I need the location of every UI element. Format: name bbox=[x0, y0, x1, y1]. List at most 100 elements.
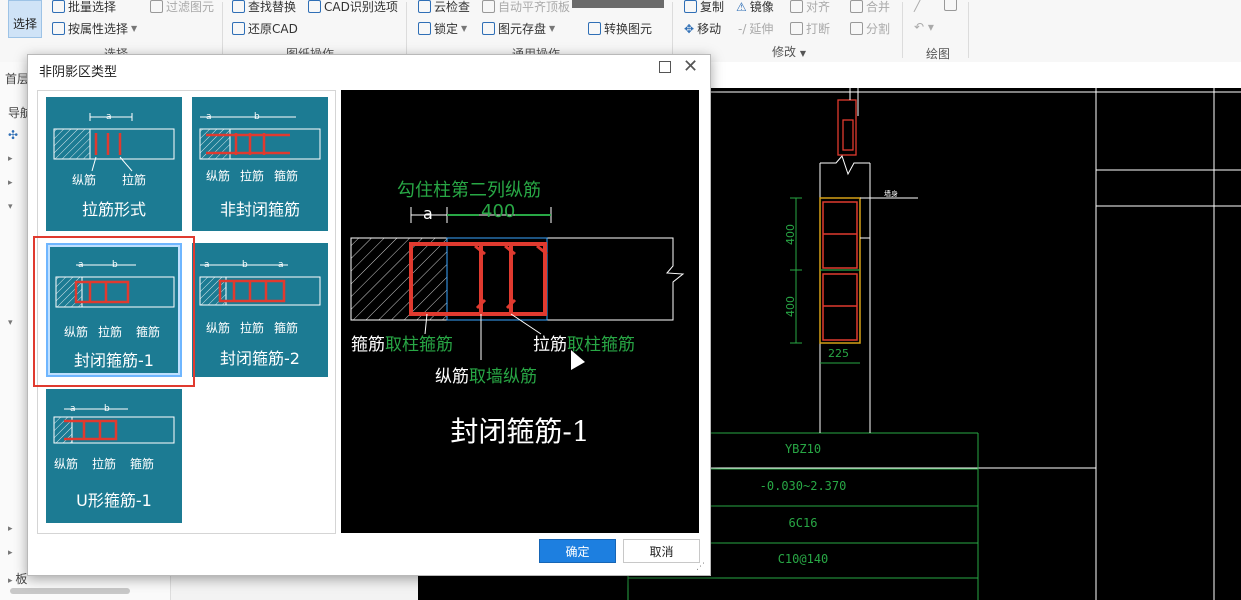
copy-button[interactable]: 复制 bbox=[684, 0, 724, 15]
chevron-down-icon: ▼ bbox=[131, 24, 138, 33]
rect-tool-button[interactable] bbox=[944, 0, 957, 11]
tile-sub-long: 纵筋 bbox=[72, 173, 97, 187]
collapse-arrow-icon[interactable]: ▾ bbox=[8, 202, 13, 212]
split-icon bbox=[850, 22, 863, 35]
cloud-check-icon bbox=[418, 0, 431, 13]
attribute-select-icon bbox=[52, 22, 65, 35]
type-tile-closed-stirrup-2[interactable]: a b a 纵筋 拉筋 箍筋 封闭箍筋-2 bbox=[192, 243, 328, 377]
merge-label: 合并 bbox=[866, 0, 891, 14]
selection-highlight bbox=[33, 236, 195, 387]
preview-stirrup-note: 取柱箍筋 bbox=[385, 335, 453, 355]
expand-arrow-icon[interactable]: ▸ bbox=[8, 178, 13, 188]
tree-item-plate[interactable]: ▸ 板 bbox=[8, 570, 27, 587]
preview-top-note: 勾住柱第二列纵筋 bbox=[397, 180, 541, 201]
cancel-button[interactable]: 取消 bbox=[623, 539, 700, 563]
tree-item-plate-label: 板 bbox=[15, 572, 28, 586]
type-tile-open-stirrup[interactable]: a b 纵筋 拉筋 箍筋 非封闭箍筋 bbox=[192, 97, 328, 231]
line-tool-button[interactable]: ╱ bbox=[914, 0, 921, 12]
cad-recognize-options-label: CAD识别选项 bbox=[324, 0, 398, 14]
tile-label: 非封闭箍筋 bbox=[219, 200, 300, 219]
preview-tie-text: 拉筋 bbox=[533, 335, 567, 355]
auto-align-top-button[interactable]: 自动平齐顶板 bbox=[482, 0, 570, 15]
restore-cad-button[interactable]: 还原CAD bbox=[232, 20, 298, 37]
preview-tie-label: 拉筋取柱箍筋 bbox=[533, 330, 635, 355]
expand-arrow-icon[interactable]: ▸ bbox=[8, 524, 13, 534]
copy-label: 复制 bbox=[700, 0, 725, 14]
ribbon-divider bbox=[968, 2, 969, 58]
dim-225: 225 bbox=[828, 347, 849, 360]
type-tile-u-stirrup-1[interactable]: a b 纵筋 拉筋 箍筋 U形箍筋-1 bbox=[46, 389, 182, 523]
filter-elements-label: 过滤图元 bbox=[166, 0, 215, 14]
move-label: 移动 bbox=[697, 22, 722, 36]
expand-arrow-icon[interactable]: ▸ bbox=[8, 548, 13, 558]
restore-cad-icon bbox=[232, 22, 245, 35]
filter-elements-button[interactable]: 过滤图元 bbox=[150, 0, 214, 15]
ribbon-divider bbox=[406, 2, 407, 58]
chevron-down-icon: ▼ bbox=[799, 49, 806, 58]
break-button[interactable]: 打断 bbox=[790, 20, 830, 37]
extend-button[interactable]: -/延伸 bbox=[738, 20, 773, 37]
tile-label: 拉筋形式 bbox=[81, 200, 146, 219]
close-icon[interactable]: ✕ bbox=[683, 56, 698, 77]
preview-long-text: 纵筋 bbox=[435, 367, 469, 387]
resize-grip-icon[interactable]: ⋰ bbox=[696, 562, 705, 572]
collapse-arrow-icon[interactable]: ▾ bbox=[8, 318, 13, 328]
restore-cad-label: 还原CAD bbox=[248, 22, 298, 36]
line-icon: ╱ bbox=[914, 0, 922, 12]
chevron-down-icon: ▼ bbox=[461, 24, 468, 33]
find-replace-label: 查找替换 bbox=[248, 0, 297, 14]
element-save-button[interactable]: 图元存盘 ▼ bbox=[482, 20, 555, 37]
arc-tool-button[interactable]: ↶ ▾ bbox=[914, 20, 934, 34]
preview-title: 封闭箍筋-1 bbox=[450, 415, 590, 448]
svg-text:a: a bbox=[278, 260, 284, 270]
split-label: 分割 bbox=[866, 22, 891, 36]
ribbon-divider bbox=[672, 2, 673, 58]
extend-icon: -/ bbox=[738, 21, 747, 36]
merge-icon bbox=[850, 0, 863, 13]
svg-text:a: a bbox=[70, 404, 76, 414]
svg-text:a: a bbox=[204, 260, 210, 270]
floor-tab[interactable]: 首层 bbox=[5, 70, 29, 87]
tile-sub-tie: 拉筋 bbox=[122, 173, 147, 187]
cloud-check-button[interactable]: 云检查 bbox=[418, 0, 470, 15]
find-replace-button[interactable]: 查找替换 bbox=[232, 0, 296, 15]
lock-button[interactable]: 锁定 ▼ bbox=[418, 20, 467, 37]
group-modify-text: 修改 bbox=[772, 45, 797, 59]
select-button[interactable]: 选择 bbox=[8, 0, 42, 38]
align-button[interactable]: 对齐 bbox=[790, 0, 830, 15]
split-button[interactable]: 分割 bbox=[850, 20, 890, 37]
tile-sub-stirrup: 箍筋 bbox=[130, 457, 155, 471]
tile-sub-stirrup: 箍筋 bbox=[274, 321, 299, 335]
convert-element-button[interactable]: 转换图元 bbox=[588, 20, 652, 37]
merge-button[interactable]: 合并 bbox=[850, 0, 890, 15]
batch-select-label: 批量选择 bbox=[68, 0, 117, 14]
cad-recognize-options-button[interactable]: CAD识别选项 bbox=[308, 0, 398, 15]
arc-icon: ↶ ▾ bbox=[914, 20, 934, 34]
cloud-check-label: 云检查 bbox=[434, 0, 471, 14]
expand-arrow-icon[interactable]: ▸ bbox=[8, 154, 13, 164]
lock-icon bbox=[418, 22, 431, 35]
tile-sub-stirrup: 箍筋 bbox=[274, 169, 299, 183]
rectangle-icon bbox=[944, 0, 957, 11]
break-label: 打断 bbox=[806, 22, 831, 36]
tile-sub-long: 纵筋 bbox=[54, 457, 79, 471]
ok-button[interactable]: 确定 bbox=[539, 539, 616, 563]
mirror-button[interactable]: ⚠ 镜像 bbox=[736, 0, 774, 15]
pin-icon[interactable]: ✣ bbox=[8, 128, 18, 142]
preview-stirrup-label: 箍筋取柱箍筋 bbox=[351, 330, 453, 355]
dialog-title: 非阴影区类型 bbox=[39, 65, 118, 80]
batch-select-button[interactable]: 批量选择 bbox=[52, 0, 116, 15]
auto-align-top-label: 自动平齐顶板 bbox=[498, 0, 571, 14]
maximize-icon[interactable] bbox=[659, 61, 671, 73]
mirror-label: 镜像 bbox=[749, 0, 774, 14]
align-label: 对齐 bbox=[806, 0, 831, 14]
tile-label: U形箍筋-1 bbox=[76, 491, 152, 510]
svg-text:a: a bbox=[106, 112, 112, 122]
move-button[interactable]: ✥ 移动 bbox=[684, 20, 721, 37]
chevron-down-icon: ▼ bbox=[549, 24, 556, 33]
svg-text:b: b bbox=[242, 260, 248, 270]
horizontal-scrollbar[interactable] bbox=[10, 588, 130, 594]
preview-long-note: 取墙纵筋 bbox=[469, 367, 537, 387]
select-by-attribute-button[interactable]: 按属性选择 ▼ bbox=[52, 20, 137, 37]
type-tile-tie[interactable]: a 纵筋 拉筋 拉筋形式 bbox=[46, 97, 182, 231]
